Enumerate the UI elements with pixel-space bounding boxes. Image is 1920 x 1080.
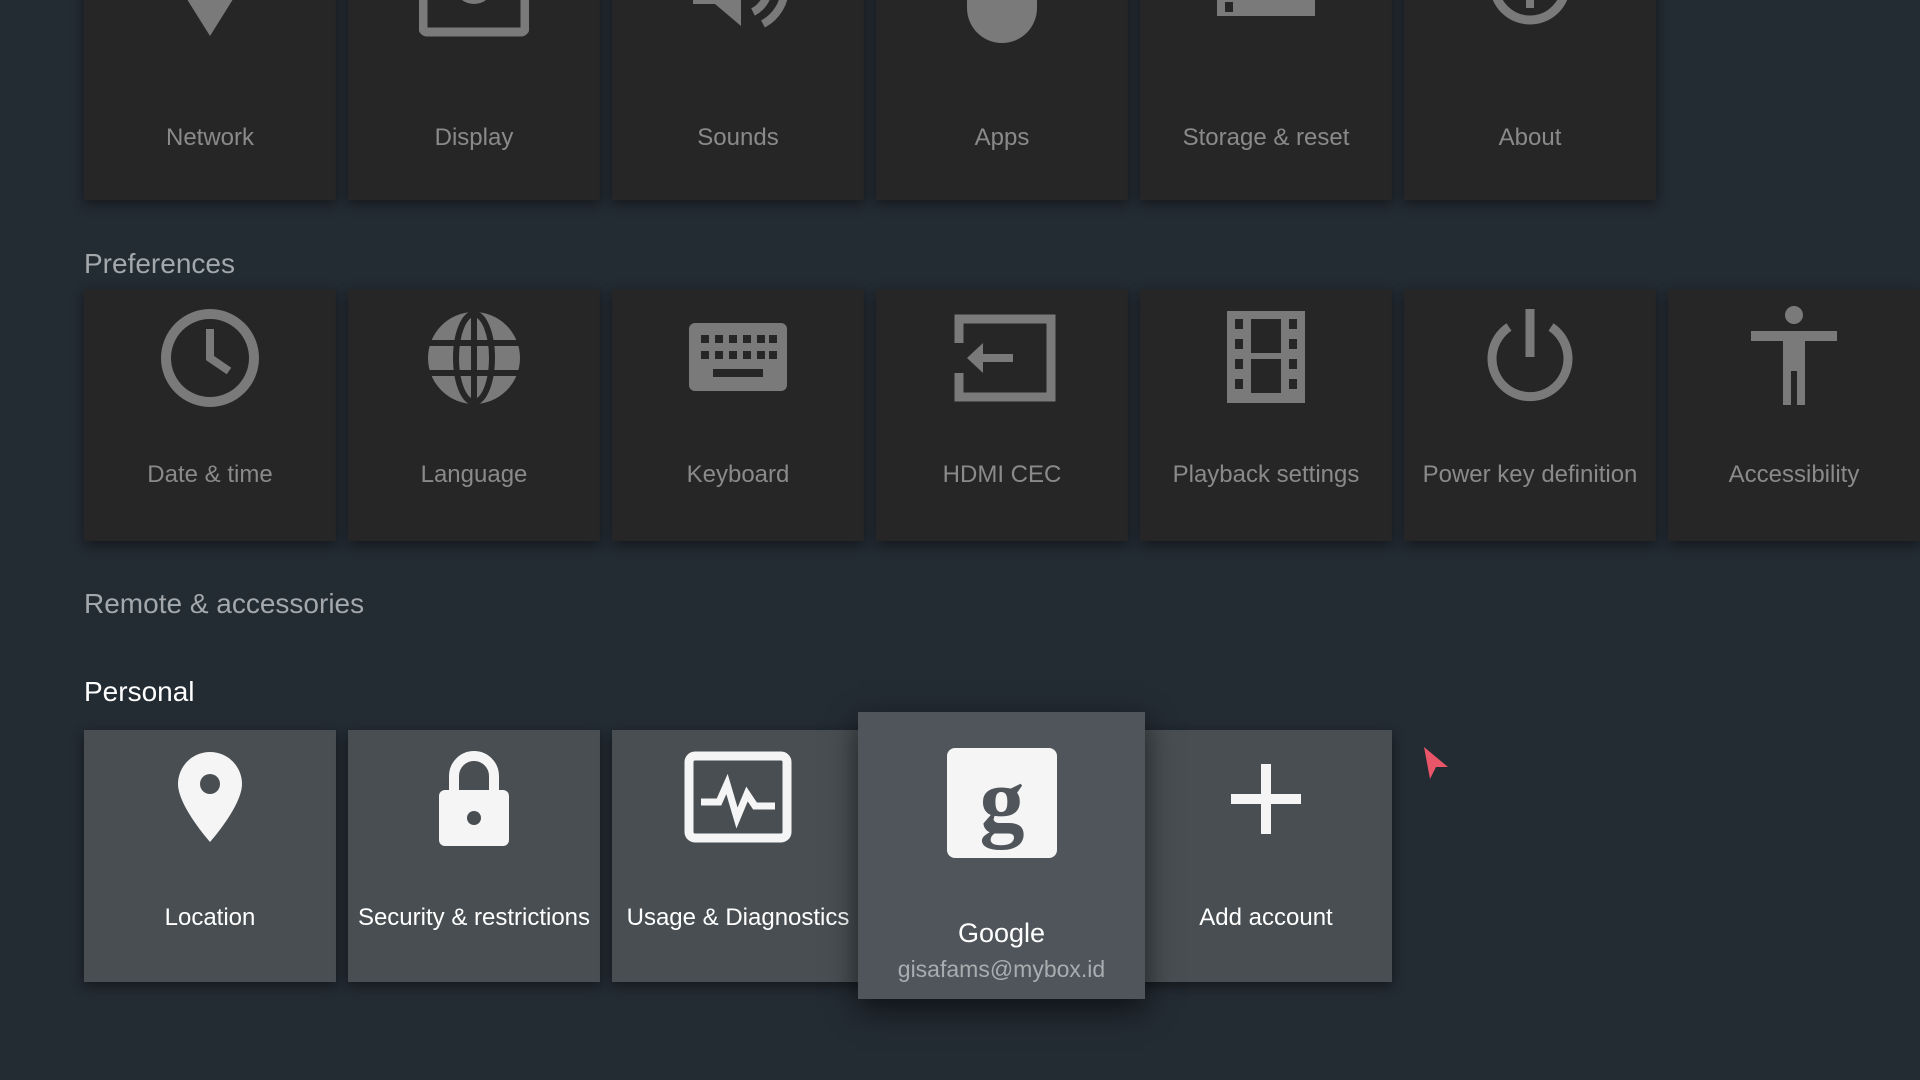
- tile-language[interactable]: Language: [348, 289, 600, 541]
- tile-label: Network: [165, 124, 255, 151]
- account-email: gisafams@mybox.id: [897, 956, 1106, 982]
- tile-label: Apps: [974, 124, 1030, 151]
- tile-label: Storage & reset: [1182, 124, 1350, 151]
- section-title-personal: Personal: [84, 676, 195, 707]
- storage-icon: [1140, 0, 1392, 58]
- tile-label: Keyboard: [686, 461, 790, 488]
- tile-security-restrictions[interactable]: Security & restrictions: [348, 730, 600, 982]
- globe-icon: [348, 303, 600, 413]
- tile-storage-reset[interactable]: Storage & reset: [1140, 0, 1392, 200]
- tile-label: Date & time: [147, 461, 273, 488]
- tile-power-key-definition[interactable]: Power key definition: [1404, 289, 1656, 541]
- tile-location[interactable]: Location: [84, 730, 336, 982]
- accessibility-icon: [1668, 303, 1920, 413]
- clock-icon: [84, 303, 336, 413]
- tile-hdmi-cec[interactable]: HDMI CEC: [876, 289, 1128, 541]
- plus-icon: [1140, 744, 1392, 854]
- power-icon: [1404, 303, 1656, 413]
- tile-label: Security & restrictions: [357, 904, 591, 931]
- film-icon: [1140, 303, 1392, 413]
- tile-label: About: [1498, 124, 1562, 151]
- tile-google-account[interactable]: g Google gisafams@mybox.id: [858, 712, 1145, 999]
- hdmi-input-icon: [876, 303, 1128, 413]
- diagnostics-icon: [612, 744, 864, 854]
- tile-label: Sounds: [697, 124, 779, 151]
- section-title-preferences: Preferences: [84, 248, 235, 279]
- google-g-icon: g: [858, 748, 1145, 858]
- tile-keyboard[interactable]: Keyboard: [612, 289, 864, 541]
- tile-add-account[interactable]: Add account: [1140, 730, 1392, 982]
- tile-usage-diagnostics[interactable]: Usage & Diagnostics: [612, 730, 864, 982]
- tile-label: Usage & Diagnostics: [626, 904, 850, 931]
- tile-label: HDMI CEC: [942, 461, 1062, 488]
- wifi-icon: [84, 0, 336, 58]
- section-title-remote-accessories[interactable]: Remote & accessories: [84, 588, 364, 620]
- speaker-icon: [612, 0, 864, 58]
- tile-accessibility[interactable]: Accessibility: [1668, 289, 1920, 541]
- tile-playback-settings[interactable]: Playback settings: [1140, 289, 1392, 541]
- lock-icon: [348, 744, 600, 854]
- keyboard-icon: [612, 303, 864, 413]
- tile-network[interactable]: Network: [84, 0, 336, 200]
- tile-about[interactable]: About: [1404, 0, 1656, 200]
- tile-label: Google: [957, 918, 1046, 948]
- tile-label: Add account: [1199, 904, 1333, 931]
- info-icon: [1404, 0, 1656, 58]
- mouse-cursor-icon: [1424, 747, 1448, 779]
- tile-label: Power key definition: [1422, 461, 1638, 488]
- tile-label: Display: [434, 124, 514, 151]
- tile-label: Accessibility: [1728, 461, 1860, 488]
- display-icon: [348, 0, 600, 58]
- tile-date-time[interactable]: Date & time: [84, 289, 336, 541]
- tile-label: Location: [164, 904, 256, 931]
- android-icon: [876, 0, 1128, 58]
- svg-text:g: g: [979, 751, 1024, 850]
- tile-sounds[interactable]: Sounds: [612, 0, 864, 200]
- tile-display[interactable]: Display: [348, 0, 600, 200]
- location-pin-icon: [84, 744, 336, 854]
- tile-apps[interactable]: Apps: [876, 0, 1128, 200]
- tile-label: Language: [420, 461, 528, 488]
- tile-label: Playback settings: [1172, 461, 1360, 488]
